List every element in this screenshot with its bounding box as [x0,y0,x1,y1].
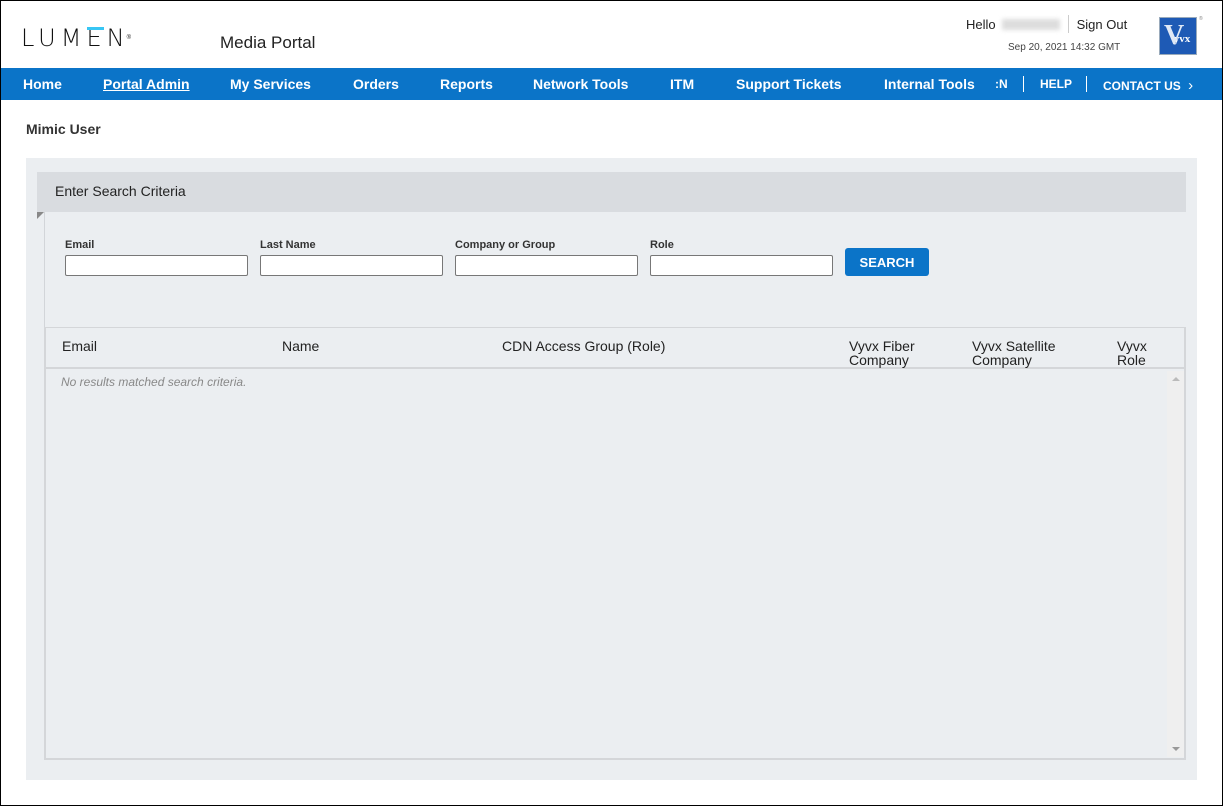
search-button[interactable]: SEARCH [845,248,929,276]
nav-divider [1023,76,1024,92]
nav-divider [1086,76,1087,92]
contact-us-label: CONTACT US [1103,79,1181,93]
nav-truncated-item[interactable]: :N [995,77,1008,91]
nav-portal-admin[interactable]: Portal Admin [103,76,190,92]
column-label: Name [282,338,320,354]
nav-internal-tools[interactable]: Internal Tools [884,76,975,92]
lumen-logo[interactable]: LUM EN ® [21,24,131,52]
logo-e: E [86,24,106,52]
company-label: Company or Group [455,239,556,251]
column-header-email[interactable]: Email [62,339,97,353]
table-scrollbar[interactable] [1167,371,1184,757]
search-criteria-title: Enter Search Criteria [55,183,186,199]
search-criteria-header[interactable]: Enter Search Criteria [37,172,1186,212]
sign-out-link[interactable]: Sign Out [1077,17,1128,32]
vyvx-logo-letter: V [1164,20,1185,51]
nav-my-services[interactable]: My Services [230,76,311,92]
column-label: CDN Access Group (Role) [502,338,666,354]
email-field-group: Email [65,239,248,276]
criteria-border [44,212,45,327]
last-name-field-group: Last Name [260,239,443,276]
results-table: Email Name CDN Access Group (Role) Vyvx … [44,327,1186,760]
panel-fold-corner [37,212,44,219]
nav-home[interactable]: Home [23,76,62,92]
registered-mark: ® [126,35,131,41]
vyvx-registered-mark: ® [1199,16,1203,22]
empty-results-message: No results matched search criteria. [61,375,247,389]
vyvx-logo: V yvx [1159,17,1197,55]
logo-wordmark: LUM EN [21,24,130,52]
nav-reports[interactable]: Reports [440,76,493,92]
company-field-group: Company or Group [455,239,638,276]
column-label-line2: Role [1117,352,1146,368]
current-datetime: Sep 20, 2021 14:32 GMT [1008,42,1121,53]
user-name-blurred [1001,18,1060,30]
column-header-vyvx-satellite-company[interactable]: Vyvx Satellite Company [972,339,1056,367]
column-header-cdn-access-group[interactable]: CDN Access Group (Role) [502,339,665,353]
header: LUM EN ® Media Portal Hello Sign Out Sep 2… [1,1,1222,68]
column-header-vyvx-role[interactable]: Vyvx Role [1117,339,1147,367]
column-header-name[interactable]: Name [282,339,319,353]
nav-itm[interactable]: ITM [670,76,694,92]
scroll-down-arrow-icon[interactable] [1172,747,1180,751]
logo-text-start: LUM [21,24,87,52]
main-nav: Home Portal Admin My Services Orders Rep… [1,68,1222,100]
role-label: Role [650,239,674,251]
chevron-right-icon: › [1188,77,1194,94]
email-label: Email [65,239,95,251]
nav-orders[interactable]: Orders [353,76,399,92]
nav-network-tools[interactable]: Network Tools [533,76,628,92]
column-header-vyvx-fiber-company[interactable]: Vyvx Fiber Company [849,339,915,367]
last-name-input[interactable] [260,255,443,276]
nav-support-tickets[interactable]: Support Tickets [736,76,842,92]
hello-text: Hello [966,16,996,32]
user-greeting: Hello Sign Out [966,15,1127,33]
nav-help[interactable]: HELP [1040,77,1072,91]
role-field-group: Role [650,239,833,276]
greeting-divider [1067,15,1069,33]
nav-contact-us[interactable]: CONTACT US › [1103,77,1193,94]
column-label-line2: Company [972,352,1032,368]
logo-accent-bar [87,27,105,30]
scroll-up-arrow-icon[interactable] [1172,377,1180,381]
column-label: Email [62,338,98,354]
portal-title: Media Portal [220,33,316,52]
page-title: Mimic User [26,121,101,137]
column-label-line2: Company [849,352,909,368]
table-header: Email Name CDN Access Group (Role) Vyvx … [46,328,1186,369]
email-input[interactable] [65,255,248,276]
company-input[interactable] [455,255,638,276]
role-input[interactable] [650,255,833,276]
last-name-label: Last Name [260,239,316,251]
